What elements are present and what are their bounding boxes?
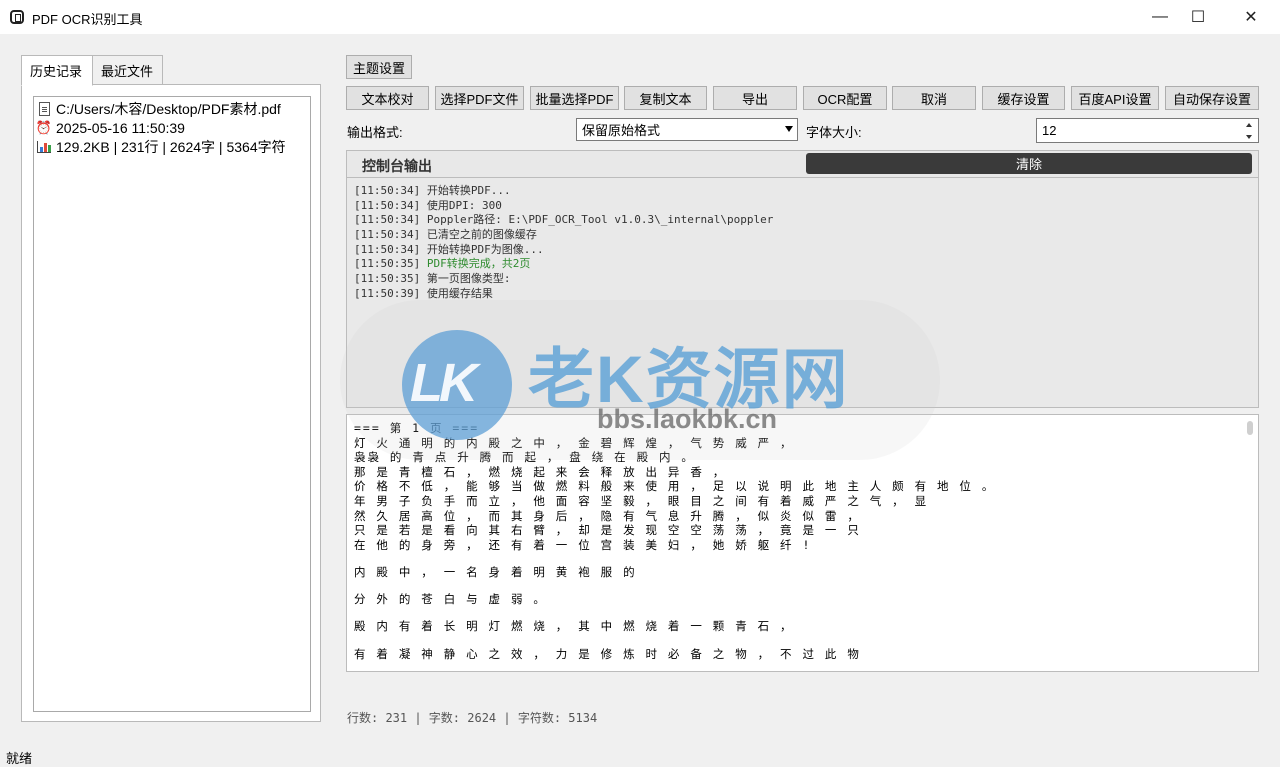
log-message: 第一页图像类型: <box>426 272 511 286</box>
copy-text-button[interactable]: 复制文本 <box>624 86 707 110</box>
app-icon <box>10 10 24 24</box>
maximize-button[interactable]: ☐ <box>1174 0 1222 34</box>
chevron-down-icon[interactable] <box>785 126 793 132</box>
console-log-line: [11:50:35] PDF转换完成，共2页 <box>354 257 1258 272</box>
history-list[interactable]: C:/Users/木容/Desktop/PDF素材.pdf ⏰ 2025-05-… <box>33 96 311 712</box>
status-bar-text: 就绪 <box>6 751 33 766</box>
close-button[interactable]: ✕ <box>1227 0 1275 34</box>
tab-history[interactable]: 历史记录 <box>21 55 93 86</box>
clear-console-button[interactable]: 清除 <box>806 153 1252 174</box>
log-timestamp: [11:50:34] <box>354 213 421 227</box>
list-item[interactable]: ⏰ 2025-05-16 11:50:39 <box>36 118 310 137</box>
ocr-text-line: 有 着 凝 神 静 心 之 效 ， 力 是 修 炼 时 必 备 之 物 ， 不 … <box>354 646 861 661</box>
console-log-line: [11:50:34] Poppler路径: E:\PDF_OCR_Tool v1… <box>354 213 1258 228</box>
theme-settings-button[interactable]: 主题设置 <box>346 55 412 79</box>
font-size-label: 字体大小: <box>806 125 862 140</box>
title-bar: PDF OCR识别工具 — ☐ ✕ <box>0 0 1280 34</box>
output-format-label: 输出格式: <box>347 125 403 140</box>
ocr-text-line: 分 外 的 苍 白 与 虚 弱 。 <box>354 592 547 607</box>
ocr-text-line: 殿 内 有 着 长 明 灯 燃 烧 ， 其 中 燃 烧 着 一 颗 青 石 ， <box>354 619 794 634</box>
log-timestamp: [11:50:34] <box>354 198 421 212</box>
ocr-text-line: 价 格 不 低 ， 能 够 当 做 燃 料 般 来 使 用 ， 足 以 说 明 … <box>354 479 996 494</box>
cache-settings-button[interactable]: 缓存设置 <box>982 86 1065 110</box>
bar-chart-icon <box>36 139 52 155</box>
baidu-api-settings-button[interactable]: 百度API设置 <box>1071 86 1159 110</box>
output-format-select[interactable]: 保留原始格式 <box>576 118 798 141</box>
history-file-path: C:/Users/木容/Desktop/PDF素材.pdf <box>56 100 281 117</box>
log-message: 已清空之前的图像缓存 <box>426 228 537 242</box>
history-panel: C:/Users/木容/Desktop/PDF素材.pdf ⏰ 2025-05-… <box>21 84 321 722</box>
log-timestamp: [11:50:34] <box>354 184 421 197</box>
log-timestamp: [11:50:35] <box>354 272 421 286</box>
log-message: Poppler路径: E:\PDF_OCR_Tool v1.0.3\_inter… <box>426 213 774 227</box>
font-size-value: 12 <box>1042 123 1057 138</box>
ocr-text-line: 那 是 青 檀 石 ， 燃 烧 起 来 会 释 放 出 异 香 ， <box>354 464 727 479</box>
history-timestamp: 2025-05-16 11:50:39 <box>56 119 185 136</box>
console-title: 控制台输出 <box>362 158 432 174</box>
log-message: PDF转换完成，共2页 <box>426 257 531 271</box>
ocr-text-line: 然 久 居 高 位 ， 而 其 身 后 ， 隐 有 气 息 升 腾 ， 似 炎 … <box>354 508 861 523</box>
console-log-line: [11:50:34] 开始转换PDF... <box>354 184 1258 199</box>
ocr-text-line: 内 殿 中 ， 一 名 身 着 明 黄 袍 服 的 <box>354 564 637 579</box>
console-header: 控制台输出 清除 <box>346 150 1259 178</box>
log-message: 使用DPI: 300 <box>426 198 502 212</box>
console-log-line: [11:50:34] 使用DPI: 300 <box>354 199 1258 214</box>
ocr-text-line: 在 他 的 身 旁 ， 还 有 着 一 位 宫 装 美 妇 ， 她 娇 躯 纤 … <box>354 537 812 552</box>
proofread-button[interactable]: 文本校对 <box>346 86 429 110</box>
history-stats: 129.2KB | 231行 | 2624字 | 5364字符 <box>56 138 286 155</box>
console-log-line: [11:50:34] 开始转换PDF为图像... <box>354 243 1258 258</box>
output-format-value: 保留原始格式 <box>582 123 661 138</box>
console-log-line: [11:50:35] 第一页图像类型: <box>354 272 1258 287</box>
select-pdf-button[interactable]: 选择PDF文件 <box>435 86 524 110</box>
spin-up-icon[interactable] <box>1242 119 1256 130</box>
log-timestamp: [11:50:34] <box>354 242 421 256</box>
batch-select-pdf-button[interactable]: 批量选择PDF <box>530 86 619 110</box>
list-item[interactable]: C:/Users/木容/Desktop/PDF素材.pdf <box>36 99 310 118</box>
ocr-text-line: 灯 火 通 明 的 内 殿 之 中 ， 金 碧 辉 煌 ， 气 势 威 严 ， <box>354 435 794 450</box>
log-message: 开始转换PDF... <box>426 184 511 197</box>
font-size-spinbox[interactable]: 12 <box>1036 118 1259 143</box>
scrollbar-thumb[interactable] <box>1247 421 1253 435</box>
export-button[interactable]: 导出 <box>713 86 797 110</box>
tab-recent-files[interactable]: 最近文件 <box>92 55 163 85</box>
cancel-button[interactable]: 取消 <box>892 86 976 110</box>
ocr-text-line: 年 男 子 负 手 而 立 ， 他 面 容 坚 毅 ， 眼 目 之 间 有 着 … <box>354 493 929 508</box>
log-timestamp: [11:50:34] <box>354 228 421 242</box>
autosave-settings-button[interactable]: 自动保存设置 <box>1165 86 1259 110</box>
log-message: 开始转换PDF为图像... <box>426 242 544 256</box>
document-icon <box>36 101 52 117</box>
spin-down-icon[interactable] <box>1242 131 1256 142</box>
alarm-clock-icon: ⏰ <box>35 119 53 135</box>
console-output[interactable]: [11:50:34] 开始转换PDF... [11:50:34] 使用DPI: 3… <box>346 178 1259 408</box>
log-timestamp: [11:50:35] <box>354 257 421 271</box>
list-item[interactable]: 129.2KB | 231行 | 2624字 | 5364字符 <box>36 137 310 156</box>
ocr-text-line: 只 是 若 是 看 向 其 右 臂 ， 却 是 发 现 空 空 荡 荡 ， 竟 … <box>354 523 861 538</box>
ocr-text-editor[interactable]: === 第 1 页 === 灯 火 通 明 的 内 殿 之 中 ， 金 碧 辉 煌… <box>346 414 1259 672</box>
ocr-text-line: === 第 1 页 === <box>354 421 480 435</box>
text-stats: 行数: 231 | 字数: 2624 | 字符数: 5134 <box>347 711 598 725</box>
ocr-text-line: 袅袅 的 青 点 升 腾 而 起 ， 盘 绕 在 殿 内 。 <box>354 450 695 465</box>
console-log-line: [11:50:34] 已清空之前的图像缓存 <box>354 228 1258 243</box>
ocr-config-button[interactable]: OCR配置 <box>803 86 887 110</box>
log-message: 使用缓存结果 <box>426 286 493 300</box>
console-log-line: [11:50:39] 使用缓存结果 <box>354 287 1258 302</box>
log-timestamp: [11:50:39] <box>354 286 421 300</box>
window-title: PDF OCR识别工具 <box>32 12 143 27</box>
